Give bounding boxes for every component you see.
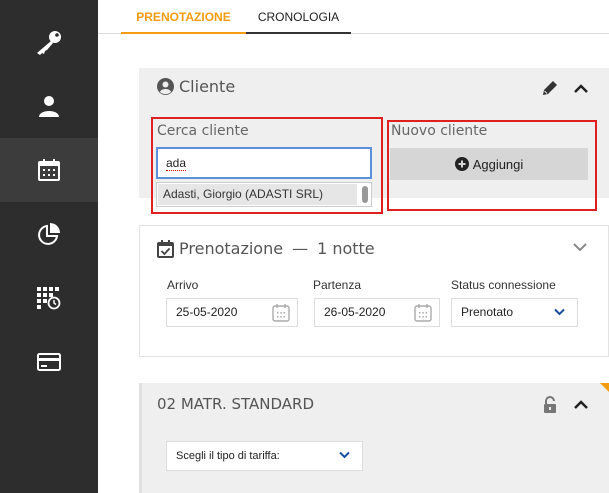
collapse-room-button[interactable] xyxy=(570,394,592,414)
user-icon xyxy=(39,96,59,117)
collapse-cliente-button[interactable] xyxy=(570,78,592,98)
partenza-date-input[interactable]: 26-05-2020 xyxy=(314,298,440,327)
sidebar-item-clients[interactable] xyxy=(0,74,98,138)
unlock-icon xyxy=(544,395,556,413)
pie-chart-icon xyxy=(38,223,60,245)
calendar-icon[interactable] xyxy=(272,304,290,322)
calendar-icon xyxy=(38,159,60,181)
lock-button[interactable] xyxy=(540,394,560,414)
partenza-label: Partenza xyxy=(313,278,362,292)
prenotazione-header: Prenotazione — 1 notte xyxy=(157,239,375,258)
credit-card-icon xyxy=(37,353,61,371)
tariff-select[interactable]: Scegli il tipo di tariffa: xyxy=(166,441,363,471)
cliente-title: Cliente xyxy=(179,77,236,96)
chevron-up-icon xyxy=(574,84,588,93)
highlight-search-client xyxy=(151,117,383,214)
tab-prenotazione[interactable]: PRENOTAZIONE xyxy=(121,0,246,34)
tab-cronologia[interactable]: CRONOLOGIA xyxy=(246,0,351,34)
partenza-date-value: 26-05-2020 xyxy=(324,305,386,319)
sidebar-item-payments[interactable] xyxy=(0,330,98,394)
chevron-down-icon xyxy=(339,451,350,459)
calendar-check-icon xyxy=(157,239,174,258)
chevron-down-icon xyxy=(573,243,587,252)
arrivo-date-value: 25-05-2020 xyxy=(176,305,238,319)
tab-bar: PRENOTAZIONE CRONOLOGIA xyxy=(98,0,609,34)
chevron-up-icon xyxy=(574,400,588,409)
room-title: 02 MATR. STANDARD xyxy=(157,395,315,413)
highlight-new-client xyxy=(387,120,597,211)
sidebar-item-keys[interactable] xyxy=(0,10,98,74)
prenotazione-panel: Prenotazione — 1 notte Arrivo 25-05-2020… xyxy=(139,225,609,357)
arrivo-label: Arrivo xyxy=(167,278,199,292)
cliente-header: Cliente xyxy=(157,77,235,96)
status-select-value: Prenotato xyxy=(461,305,514,319)
title-separator: — xyxy=(292,239,309,258)
sidebar-item-bookings[interactable] xyxy=(0,138,98,202)
arrivo-date-input[interactable]: 25-05-2020 xyxy=(166,298,298,327)
status-label: Status connessione xyxy=(451,278,556,292)
calendar-grid-clock-icon xyxy=(37,287,61,310)
prenotazione-title: Prenotazione xyxy=(179,239,284,258)
user-circle-icon xyxy=(157,78,174,95)
edit-button[interactable] xyxy=(539,78,561,98)
expand-prenotazione-button[interactable] xyxy=(569,238,591,256)
corner-marker xyxy=(600,383,609,392)
nights-count: 1 notte xyxy=(317,239,375,258)
pencil-icon xyxy=(543,81,557,95)
sidebar-item-planning[interactable] xyxy=(0,266,98,330)
sidebar-item-reports[interactable] xyxy=(0,202,98,266)
sidebar xyxy=(0,0,98,493)
key-icon xyxy=(37,31,61,55)
calendar-icon[interactable] xyxy=(414,304,432,322)
tariff-select-value: Scegli il tipo di tariffa: xyxy=(176,450,280,462)
room-panel: 02 MATR. STANDARD Scegli il tipo di tari… xyxy=(139,383,609,493)
status-select[interactable]: Prenotato xyxy=(451,298,578,327)
chevron-down-icon xyxy=(554,308,565,316)
